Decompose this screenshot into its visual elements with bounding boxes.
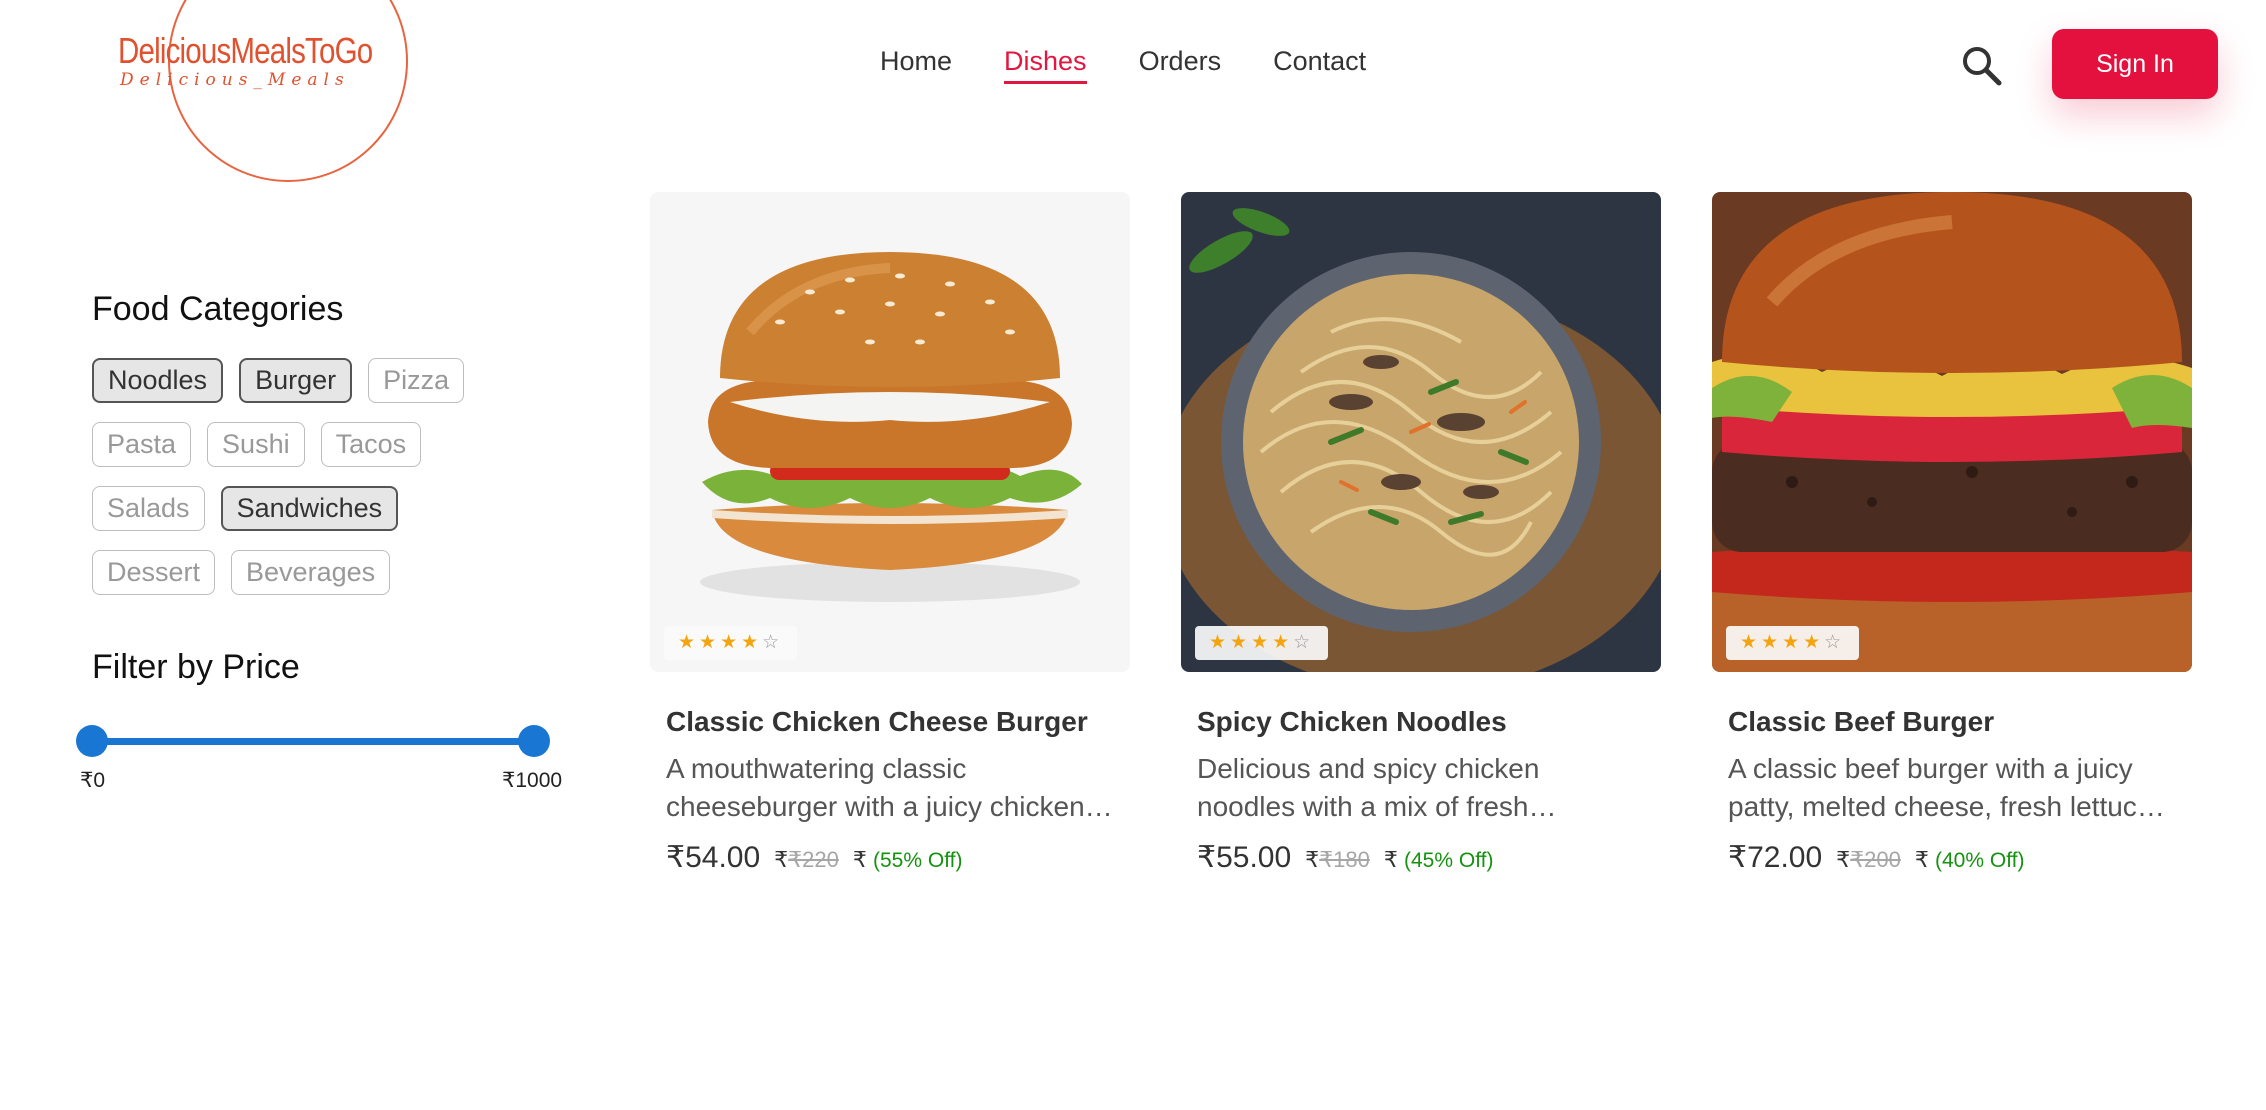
rating-stars: ★★★★☆ (1195, 626, 1329, 660)
rating-stars: ★★★★☆ (1726, 626, 1860, 660)
dish-card[interactable]: ★★★★☆ Spicy Chicken Noodles Delicious an… (1181, 192, 1661, 875)
price-row: ₹72.00 ₹₹200 ₹ (40% Off) (1728, 840, 2192, 875)
logo-circle (168, 0, 408, 182)
price-row: ₹54.00 ₹₹220 ₹ (55% Off) (666, 840, 1130, 875)
nav-home[interactable]: Home (880, 46, 952, 84)
dish-image-chicken-noodles[interactable]: ★★★★☆ (1181, 192, 1661, 672)
dish-image-beef-burger[interactable]: ★★★★☆ (1712, 192, 2192, 672)
dish-card[interactable]: ★★★★☆ Classic Chicken Cheese Burger A mo… (650, 192, 1130, 875)
category-chip-sushi[interactable]: Sushi (207, 422, 305, 467)
discount-label: ₹ (55% Off) (852, 847, 963, 872)
slider-max-handle[interactable] (518, 725, 550, 757)
original-price: ₹₹220 (774, 847, 839, 872)
filter-by-price-title: Filter by Price (92, 648, 300, 686)
price-max-label: ₹1000 (502, 769, 563, 792)
discount-label: ₹ (45% Off) (1383, 847, 1494, 872)
dish-image-chicken-burger[interactable]: ★★★★☆ (650, 192, 1130, 672)
dish-title[interactable]: Classic Beef Burger (1728, 706, 2192, 738)
category-chip-noodles[interactable]: Noodles (92, 358, 224, 403)
price-row: ₹55.00 ₹₹180 ₹ (45% Off) (1197, 840, 1661, 875)
category-chip-pasta[interactable]: Pasta (92, 422, 192, 467)
original-price: ₹₹180 (1305, 847, 1370, 872)
sign-in-button[interactable]: Sign In (2052, 29, 2218, 99)
category-chip-pizza[interactable]: Pizza (368, 358, 465, 403)
price-min-label: ₹0 (80, 769, 106, 792)
nav-orders[interactable]: Orders (1139, 46, 1222, 84)
dish-price: ₹54.00 (666, 841, 761, 874)
dish-title[interactable]: Classic Chicken Cheese Burger (666, 706, 1130, 738)
dish-title[interactable]: Spicy Chicken Noodles (1197, 706, 1661, 738)
search-icon[interactable] (1960, 44, 2004, 88)
food-categories-title: Food Categories (92, 290, 344, 328)
dish-card[interactable]: ★★★★☆ Classic Beef Burger A classic beef… (1712, 192, 2192, 875)
category-chip-tacos[interactable]: Tacos (320, 422, 422, 467)
dish-price: ₹55.00 (1197, 841, 1292, 874)
nav-dishes[interactable]: Dishes (1004, 46, 1087, 84)
dish-price: ₹72.00 (1728, 841, 1823, 874)
category-chip-sandwiches[interactable]: Sandwiches (220, 486, 399, 531)
brand-tagline: Delicious_Meals (120, 70, 350, 90)
rating-stars: ★★★★☆ (664, 626, 798, 660)
slider-track[interactable] (92, 738, 534, 745)
category-chip-burger[interactable]: Burger (239, 358, 353, 403)
dish-description: A mouthwatering classic cheeseburger wit… (666, 753, 1085, 822)
slider-min-handle[interactable] (76, 725, 108, 757)
discount-label: ₹ (40% Off) (1914, 847, 2025, 872)
category-chip-beverages[interactable]: Beverages (231, 550, 391, 595)
category-chip-salads[interactable]: Salads (92, 486, 205, 531)
price-range-slider[interactable] (76, 724, 550, 758)
category-chip-list: Noodles Burger Pizza Pasta Sushi Tacos S… (92, 358, 492, 595)
category-chip-dessert[interactable]: Dessert (92, 550, 216, 595)
brand-logo[interactable]: DeliciousMealsToGo (118, 30, 373, 72)
dish-description: Delicious and spicy chicken noodles with… (1197, 753, 1540, 822)
nav-contact[interactable]: Contact (1273, 46, 1366, 84)
original-price: ₹₹200 (1836, 847, 1901, 872)
dish-description: A classic beef burger with a juicy patty… (1728, 753, 2153, 822)
main-nav: Home Dishes Orders Contact (880, 46, 1366, 84)
